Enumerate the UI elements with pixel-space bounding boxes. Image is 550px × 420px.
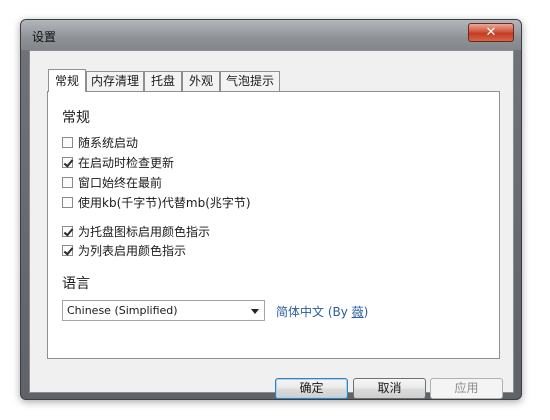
close-button[interactable]: ✕ bbox=[468, 23, 514, 42]
window-title: 设置 bbox=[32, 30, 57, 44]
option-start-with-system[interactable]: 随系统启动 bbox=[62, 134, 138, 150]
language-section-title: 语言 bbox=[62, 276, 90, 292]
apply-button[interactable]: 应用 bbox=[430, 378, 503, 399]
option-label: 为托盘图标启用颜色指示 bbox=[78, 224, 211, 239]
dialog-body: 常规 内存清理 托盘 外观 气泡提示 常规 随系统启动 在启动时检查更新 窗口始… bbox=[29, 50, 514, 399]
tab-label: 常规 bbox=[54, 74, 79, 88]
tab-label: 气泡提示 bbox=[225, 74, 274, 88]
general-section-title: 常规 bbox=[62, 110, 90, 126]
language-select[interactable]: Chinese (Simplified) bbox=[62, 300, 265, 321]
general-tab-panel: 常规 随系统启动 在启动时检查更新 窗口始终在最前 使用kb(千字节)代替mb(… bbox=[47, 91, 500, 359]
chevron-down-icon[interactable] bbox=[251, 309, 259, 314]
language-suffix: ) bbox=[363, 305, 369, 319]
option-label: 窗口始终在最前 bbox=[78, 175, 163, 190]
tab-general[interactable]: 常规 bbox=[48, 69, 86, 92]
checkbox[interactable] bbox=[62, 176, 73, 188]
tab-label: 内存清理 bbox=[90, 74, 139, 88]
option-check-updates[interactable]: 在启动时检查更新 bbox=[62, 154, 174, 170]
cancel-button[interactable]: 取消 bbox=[353, 378, 426, 399]
tab-label: 托盘 bbox=[150, 74, 175, 88]
tab-appearance[interactable]: 外观 bbox=[182, 71, 220, 91]
language-info: 简体中文 (By 薇) bbox=[276, 303, 368, 320]
tab-tray[interactable]: 托盘 bbox=[144, 71, 182, 91]
option-label: 为列表启用颜色指示 bbox=[78, 243, 187, 258]
checkbox[interactable] bbox=[62, 196, 73, 208]
checkbox[interactable] bbox=[62, 244, 73, 256]
option-label: 使用kb(千字节)代替mb(兆字节) bbox=[78, 195, 251, 210]
translator-link[interactable]: 薇 bbox=[352, 305, 364, 319]
checkbox[interactable] bbox=[62, 136, 73, 148]
option-list-color[interactable]: 为列表启用颜色指示 bbox=[62, 242, 186, 258]
close-icon: ✕ bbox=[485, 25, 497, 40]
ok-button[interactable]: 确定 bbox=[275, 378, 348, 399]
option-tray-color[interactable]: 为托盘图标启用颜色指示 bbox=[62, 223, 210, 239]
checkbox[interactable] bbox=[62, 156, 73, 168]
option-label: 在启动时检查更新 bbox=[78, 155, 175, 170]
checkbox[interactable] bbox=[62, 225, 73, 237]
language-native-name: 简体中文 (By bbox=[276, 305, 352, 319]
tab-memory-cleanup[interactable]: 内存清理 bbox=[86, 71, 144, 91]
settings-window: 设置 ✕ 常规 内存清理 托盘 外观 气泡提示 常规 随系统启动 在启动时检查更… bbox=[20, 19, 522, 400]
option-label: 随系统启动 bbox=[78, 135, 139, 150]
option-use-kb[interactable]: 使用kb(千字节)代替mb(兆字节) bbox=[62, 194, 251, 210]
title-bar[interactable]: 设置 ✕ bbox=[21, 20, 521, 50]
tab-balloon-tips[interactable]: 气泡提示 bbox=[220, 71, 280, 91]
language-selected-value: Chinese (Simplified) bbox=[67, 304, 178, 317]
tab-label: 外观 bbox=[188, 74, 213, 88]
option-always-on-top[interactable]: 窗口始终在最前 bbox=[62, 174, 162, 190]
